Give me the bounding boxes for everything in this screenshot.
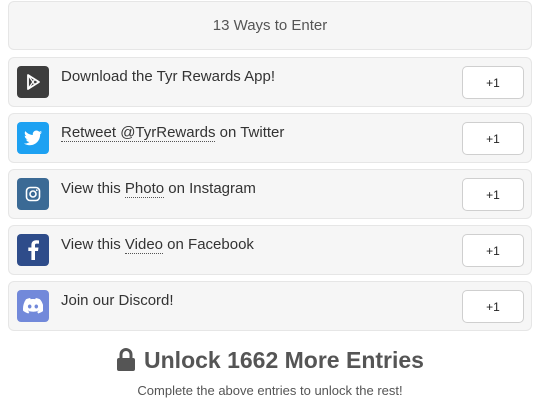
video-link[interactable]: Video bbox=[124, 236, 164, 254]
unlock-more-entries: Unlock 1662 More Entries bbox=[0, 345, 540, 375]
entry-label: Retweet @TyrRewards on Twitter bbox=[61, 124, 285, 142]
plus-one-button[interactable]: +1 bbox=[462, 66, 524, 99]
instagram-icon bbox=[17, 178, 49, 210]
entry-label-prefix: View this bbox=[61, 180, 125, 197]
plus-one-button[interactable]: +1 bbox=[462, 234, 524, 267]
ways-to-enter-header: 13 Ways to Enter bbox=[8, 1, 532, 50]
unlock-title: Unlock 1662 More Entries bbox=[144, 346, 424, 373]
photo-link[interactable]: Photo bbox=[124, 180, 165, 198]
lock-icon bbox=[116, 348, 136, 372]
entry-label: View this Video on Facebook bbox=[61, 236, 254, 254]
twitter-icon bbox=[17, 122, 49, 154]
entry-download-app[interactable]: Download the Tyr Rewards App! +1 bbox=[8, 57, 532, 107]
entry-label-prefix: View this bbox=[61, 236, 125, 253]
discord-icon bbox=[17, 290, 49, 322]
entry-retweet[interactable]: Retweet @TyrRewards on Twitter +1 bbox=[8, 113, 532, 163]
entry-label-text: Join our Discord! bbox=[61, 292, 174, 309]
retweet-link[interactable]: Retweet @TyrRewards bbox=[61, 124, 216, 142]
entry-facebook-video[interactable]: View this Video on Facebook +1 bbox=[8, 225, 532, 275]
facebook-icon bbox=[17, 234, 49, 266]
play-store-icon bbox=[17, 66, 49, 98]
entry-label-suffix: on Facebook bbox=[163, 236, 254, 253]
entry-label-text: Download the Tyr Rewards App! bbox=[61, 68, 276, 85]
ways-to-enter-title: 13 Ways to Enter bbox=[212, 17, 328, 34]
plus-one-button[interactable]: +1 bbox=[462, 178, 524, 211]
entry-label: Join our Discord! bbox=[61, 292, 174, 309]
entry-label-suffix: on Twitter bbox=[215, 124, 285, 141]
giveaway-widget: 13 Ways to Enter Download the Tyr Reward… bbox=[0, 0, 540, 412]
plus-one-button[interactable]: +1 bbox=[462, 122, 524, 155]
unlock-subtitle: Complete the above entries to unlock the… bbox=[137, 383, 403, 398]
plus-one-button[interactable]: +1 bbox=[462, 290, 524, 323]
entry-label: View this Photo on Instagram bbox=[61, 180, 256, 198]
entry-instagram-photo[interactable]: View this Photo on Instagram +1 bbox=[8, 169, 532, 219]
entry-discord[interactable]: Join our Discord! +1 bbox=[8, 281, 532, 331]
entry-label-suffix: on Instagram bbox=[164, 180, 256, 197]
entry-label: Download the Tyr Rewards App! bbox=[61, 68, 275, 85]
